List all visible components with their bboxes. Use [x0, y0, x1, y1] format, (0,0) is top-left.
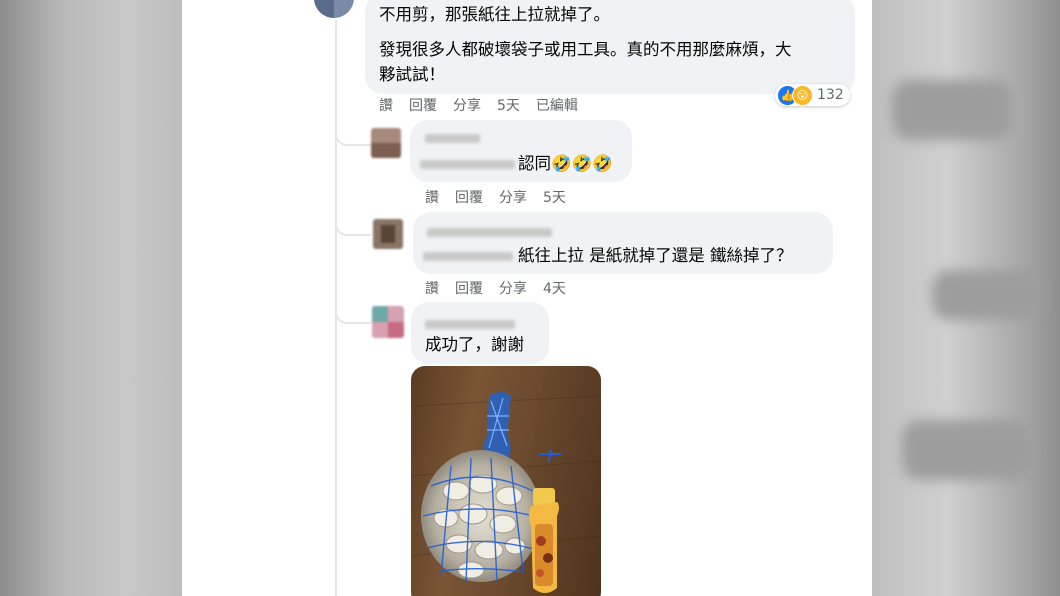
- blurred-background-left: [0, 0, 182, 596]
- timestamp[interactable]: 5天: [497, 95, 520, 115]
- thread-connector: [335, 118, 371, 146]
- blurred-background-right: [872, 0, 1060, 596]
- reply-text: 紙往上拉 是紙就掉了還是 鐵絲掉了？: [518, 246, 793, 265]
- avatar[interactable]: [372, 306, 404, 338]
- reply-actions: 讚回覆 分享 5天: [425, 187, 582, 207]
- mentioned-name[interactable]: [420, 160, 515, 169]
- reaction-summary[interactable]: 👍 😮 132: [775, 84, 850, 106]
- reply-bubble: 紙往上拉 是紙就掉了還是 鐵絲掉了？: [413, 212, 833, 274]
- thread-connector: [335, 212, 371, 236]
- avatar[interactable]: [373, 219, 403, 249]
- mentioned-name[interactable]: [423, 252, 513, 261]
- avatar[interactable]: [371, 128, 401, 158]
- share-button[interactable]: 分享: [453, 95, 481, 115]
- comment-actions: 讚回覆 分享 5天 已編輯: [379, 95, 594, 115]
- timestamp[interactable]: 5天: [543, 187, 566, 207]
- comment-text: 不用剪，那張紙往上拉就掉了。: [379, 5, 610, 24]
- edited-label: 已編輯: [535, 98, 578, 114]
- reply-actions: 讚回覆 分享 4天: [425, 278, 582, 298]
- avatar[interactable]: [314, 0, 354, 18]
- share-button[interactable]: 分享: [499, 278, 527, 298]
- commenter-name[interactable]: [425, 320, 515, 329]
- reply-button[interactable]: 回覆: [455, 278, 483, 298]
- comment-text: 夥試試！: [379, 65, 445, 84]
- comment-bubble: 不用剪，那張紙往上拉就掉了。 發現很多人都破壞袋子或用工具。真的不用那麼麻煩，大…: [365, 0, 855, 94]
- like-button[interactable]: 讚: [425, 187, 439, 207]
- reply-bubble: 認同🤣🤣🤣: [410, 120, 632, 182]
- reply-button[interactable]: 回覆: [409, 95, 437, 115]
- thread-connector: [335, 300, 371, 324]
- comment-text: 發現很多人都破壞袋子或用工具。真的不用那麼麻煩，大: [379, 40, 792, 59]
- timestamp[interactable]: 4天: [543, 278, 566, 298]
- share-button[interactable]: 分享: [499, 187, 527, 207]
- reply-text: 成功了，謝謝: [425, 335, 524, 354]
- comment-thread-panel: 不用剪，那張紙往上拉就掉了。 發現很多人都破壞袋子或用工具。真的不用那麼麻煩，大…: [182, 0, 872, 596]
- attached-photo[interactable]: [411, 366, 601, 596]
- reply-text: 認同🤣🤣🤣: [518, 154, 613, 173]
- garlic-net-bag-image: [411, 392, 601, 593]
- commenter-name[interactable]: [427, 228, 552, 237]
- reply-bubble: 成功了，謝謝: [411, 302, 549, 364]
- commenter-name[interactable]: [425, 134, 480, 143]
- reply-button[interactable]: 回覆: [455, 187, 483, 207]
- like-button[interactable]: 讚: [425, 278, 439, 298]
- like-button[interactable]: 讚: [379, 95, 393, 115]
- wow-icon: 😮: [792, 84, 813, 106]
- reaction-count: 132: [817, 87, 844, 103]
